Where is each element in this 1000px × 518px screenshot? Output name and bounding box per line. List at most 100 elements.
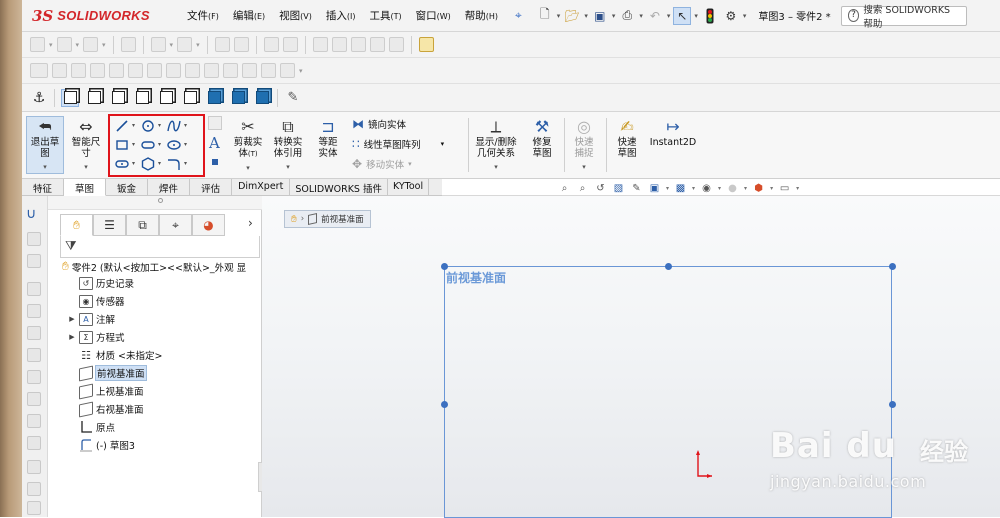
open-dropdown-icon[interactable]: ▾ (584, 12, 588, 20)
right-view-icon[interactable] (133, 89, 151, 107)
tab-sketch[interactable]: 草图 (64, 179, 107, 196)
edit-appearance-icon[interactable]: ● (726, 182, 739, 195)
tree-filter-bar[interactable]: ⧩ (60, 236, 260, 258)
magnet-icon[interactable]: ∪ (26, 206, 36, 222)
circle-dropdown-icon[interactable]: ▾ (158, 122, 164, 129)
convert-dropdown-icon[interactable]: ▾ (286, 162, 290, 173)
spline-dropdown-icon[interactable]: ▾ (184, 122, 190, 129)
plane-handle[interactable] (665, 263, 672, 270)
polygon-dropdown-icon[interactable]: ▾ (158, 160, 164, 167)
display-style-icon[interactable]: ▩ (674, 182, 687, 195)
options-gear-icon[interactable]: ⚙ (722, 7, 740, 25)
view-orientation-icon[interactable]: ▣ (648, 182, 661, 195)
tree-expand-arrow-icon[interactable]: ▶ (68, 333, 76, 341)
menu-edit[interactable]: 编辑(E) (226, 8, 272, 23)
linear-pattern-button[interactable]: ∷ 线性草图阵列 ▾ (352, 137, 444, 151)
expand-panel-chevron-icon[interactable]: › (248, 216, 253, 230)
dynamic-annotation-icon[interactable]: ✎ (630, 182, 643, 195)
tree-item-equations[interactable]: ▶ Σ 方程式 (68, 330, 125, 344)
property-manager-tab-icon[interactable]: ☰ (93, 214, 126, 236)
trim-dropdown-icon[interactable]: ▾ (246, 163, 250, 174)
mirror-entities-button[interactable]: ⧓ 镜向实体 (352, 117, 406, 131)
left-view-icon[interactable] (109, 89, 127, 107)
tab-weldments[interactable]: 焊件 (148, 179, 191, 196)
tree-item-top-plane[interactable]: 上视基准面 (68, 383, 144, 399)
plane-handle[interactable] (889, 263, 896, 270)
save-dropdown-icon[interactable]: ▾ (612, 12, 616, 20)
dimetric-view-icon[interactable] (253, 89, 271, 107)
exit-sketch-dropdown-icon[interactable]: ▾ (43, 162, 47, 173)
help-search-field[interactable]: ? 搜索 SOLIDWORKS 帮助 (840, 5, 967, 30)
offset-entities-button[interactable]: ⊐ 等距实体 (308, 116, 348, 159)
print-icon[interactable]: ⎙ (618, 7, 636, 25)
zoom-to-area-icon[interactable]: ⌕ (576, 182, 589, 195)
tree-item-sensors[interactable]: ◉ 传感器 (68, 294, 125, 308)
plane-handle[interactable] (441, 263, 448, 270)
front-view-icon[interactable] (61, 88, 79, 107)
new-dropdown-icon[interactable]: ▾ (557, 12, 561, 20)
tree-item-sketch3[interactable]: (-) 草图3 (68, 438, 135, 452)
tree-item-material[interactable]: ☷ 材质 <未指定> (68, 348, 162, 362)
view-orientation-dropdown-icon[interactable]: ▾ (666, 185, 669, 192)
rectangle-icon[interactable] (114, 137, 130, 153)
configuration-manager-tab-icon[interactable]: ⧉ (126, 214, 159, 236)
smart-dimension-button[interactable]: ⇔ 智能尺寸 ▾ (66, 116, 106, 173)
section-view-icon[interactable]: ▧ (612, 182, 625, 195)
zoom-to-fit-icon[interactable]: ⌕ (558, 182, 571, 195)
rebuild-traffic-light-icon[interactable] (701, 7, 719, 25)
hide-show-dropdown-icon[interactable]: ▾ (718, 185, 721, 192)
instant2d-button[interactable]: ↦ Instant2D (648, 116, 698, 148)
previous-view-icon[interactable]: ↺ (594, 182, 607, 195)
undo-icon[interactable]: ↶ (646, 7, 664, 25)
tab-kytool[interactable]: KYTool (388, 179, 430, 196)
tree-item-right-plane[interactable]: 右视基准面 (68, 401, 144, 417)
feature-tree-tab-icon[interactable]: ✋︎ (60, 214, 93, 236)
options-dropdown-icon[interactable]: ▾ (743, 12, 747, 20)
plane-handle[interactable] (889, 401, 896, 408)
tab-dimxpert[interactable]: DimXpert (232, 179, 291, 196)
repair-sketch-button[interactable]: ⚒ 修复草图 (524, 116, 560, 159)
hide-show-items-icon[interactable]: ◉ (700, 182, 713, 195)
exit-sketch-button[interactable]: ⮪ 退出草图 ▾ (26, 116, 64, 174)
linear-pattern-dropdown-icon[interactable]: ▾ (441, 140, 445, 148)
menu-view[interactable]: 视图(V) (272, 8, 319, 23)
display-style-dropdown-icon[interactable]: ▾ (692, 185, 695, 192)
rectangle-dropdown-icon[interactable]: ▾ (132, 141, 138, 148)
polygon-icon[interactable] (140, 156, 156, 172)
slot-dropdown-icon[interactable]: ▾ (158, 141, 164, 148)
fillet-dropdown-icon[interactable]: ▾ (184, 160, 190, 167)
appearance-dropdown-icon[interactable]: ▾ (744, 185, 747, 192)
panel-splitter[interactable] (48, 196, 262, 210)
quick-snaps-dropdown-icon[interactable]: ▾ (582, 162, 586, 173)
print-dropdown-icon[interactable]: ▾ (639, 12, 643, 20)
trimetric-view-icon[interactable] (229, 89, 247, 107)
solidworks-logo[interactable]: 3S SOLIDWORKS (32, 7, 162, 25)
new-document-icon[interactable]: 🗋 (536, 7, 554, 25)
sketch-origin-icon[interactable] (696, 450, 712, 482)
menu-file[interactable]: 文件(F) (180, 8, 226, 23)
line-dropdown-icon[interactable]: ▾ (132, 122, 138, 129)
menu-tools[interactable]: 工具(T) (362, 8, 408, 23)
menu-insert[interactable]: 插入(I) (319, 8, 363, 23)
view-settings-dropdown-icon[interactable]: ▾ (796, 185, 799, 192)
ellipse-icon[interactable] (166, 137, 182, 153)
trim-entities-button[interactable]: ✂ 剪裁实体(T) ▾ (228, 116, 268, 174)
open-folder-icon[interactable]: 📂︎ (563, 7, 581, 25)
select-dropdown-icon[interactable]: ▾ (694, 12, 698, 20)
line-icon[interactable] (114, 118, 130, 134)
tree-item-front-plane[interactable]: 前视基准面 (68, 365, 147, 381)
back-view-icon[interactable] (85, 89, 103, 107)
plane-handle[interactable] (441, 401, 448, 408)
text-tool-icon[interactable]: A (209, 134, 220, 152)
select-arrow-icon[interactable]: ↖ (673, 6, 692, 25)
tab-evaluate[interactable]: 评估 (190, 179, 233, 196)
move-entities-button[interactable]: ✥ 移动实体 ▾ (352, 157, 412, 171)
menu-window[interactable]: 窗口(W) (409, 8, 458, 23)
view-settings-monitor-icon[interactable]: ▭ (778, 182, 791, 195)
top-view-icon[interactable] (157, 89, 175, 107)
slot-icon[interactable] (140, 137, 156, 153)
relations-dropdown-icon[interactable]: ▾ (494, 162, 498, 173)
point-tool-icon[interactable] (212, 159, 218, 165)
move-dropdown-icon[interactable]: ▾ (408, 160, 412, 168)
normal-to-icon[interactable]: ⚓︎ (30, 89, 48, 107)
